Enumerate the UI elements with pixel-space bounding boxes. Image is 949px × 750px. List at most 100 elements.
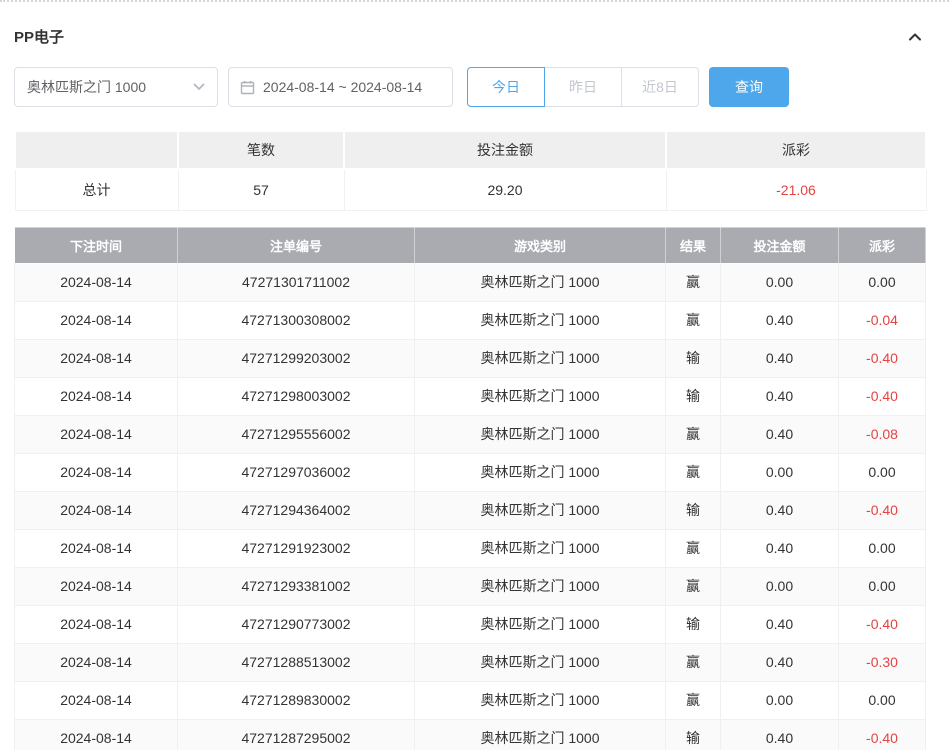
- table-row: 2024-08-1447271288513002奥林匹斯之门 1000赢0.40…: [15, 643, 926, 681]
- cell-game: 奥林匹斯之门 1000: [415, 605, 666, 643]
- cell-result: 输: [666, 339, 721, 377]
- cell-bet: 0.00: [721, 263, 839, 301]
- cell-game: 奥林匹斯之门 1000: [415, 681, 666, 719]
- cell-order_id: 47271289830002: [178, 681, 415, 719]
- cell-time: 2024-08-14: [15, 567, 178, 605]
- cell-game: 奥林匹斯之门 1000: [415, 567, 666, 605]
- quick-filter-button-2[interactable]: 近8日: [621, 67, 699, 107]
- cell-payout: 0.00: [839, 567, 926, 605]
- table-row: 2024-08-1447271301711002奥林匹斯之门 1000赢0.00…: [15, 263, 926, 301]
- quick-filter-button-1[interactable]: 昨日: [544, 67, 622, 107]
- table-row: 2024-08-1447271294364002奥林匹斯之门 1000输0.40…: [15, 491, 926, 529]
- cell-bet: 0.40: [721, 719, 839, 750]
- summary-total-label: 总计: [15, 169, 178, 210]
- records-table: 下注时间 注单编号 游戏类别 结果 投注金额 派彩 2024-08-144727…: [14, 227, 926, 750]
- cell-game: 奥林匹斯之门 1000: [415, 491, 666, 529]
- cell-payout: 0.00: [839, 681, 926, 719]
- cell-result: 输: [666, 377, 721, 415]
- cell-payout: -0.40: [839, 491, 926, 529]
- cell-time: 2024-08-14: [15, 415, 178, 453]
- cell-result: 赢: [666, 301, 721, 339]
- game-select[interactable]: 奥林匹斯之门 1000: [14, 67, 218, 107]
- table-row: 2024-08-1447271297036002奥林匹斯之门 1000赢0.00…: [15, 453, 926, 491]
- cell-game: 奥林匹斯之门 1000: [415, 339, 666, 377]
- cell-order_id: 47271293381002: [178, 567, 415, 605]
- date-range-value: 2024-08-14 ~ 2024-08-14: [263, 79, 422, 95]
- cell-order_id: 47271291923002: [178, 529, 415, 567]
- cell-payout: -0.30: [839, 643, 926, 681]
- cell-bet: 0.00: [721, 567, 839, 605]
- cell-order_id: 47271295556002: [178, 415, 415, 453]
- summary-header-payout: 派彩: [666, 131, 926, 169]
- quick-filter-button-0[interactable]: 今日: [467, 67, 545, 107]
- cell-result: 赢: [666, 529, 721, 567]
- cell-order_id: 47271299203002: [178, 339, 415, 377]
- table-row: 2024-08-1447271300308002奥林匹斯之门 1000赢0.40…: [15, 301, 926, 339]
- cell-order_id: 47271294364002: [178, 491, 415, 529]
- table-row: 2024-08-1447271290773002奥林匹斯之门 1000输0.40…: [15, 605, 926, 643]
- summary-bet-amount-value: 29.20: [344, 169, 666, 210]
- cell-time: 2024-08-14: [15, 263, 178, 301]
- cell-time: 2024-08-14: [15, 681, 178, 719]
- cell-bet: 0.00: [721, 681, 839, 719]
- cell-game: 奥林匹斯之门 1000: [415, 453, 666, 491]
- summary-count-value: 57: [178, 169, 344, 210]
- summary-header-blank: [15, 131, 178, 169]
- cell-game: 奥林匹斯之门 1000: [415, 529, 666, 567]
- cell-game: 奥林匹斯之门 1000: [415, 415, 666, 453]
- header-bet-time: 下注时间: [15, 227, 178, 263]
- cell-order_id: 47271298003002: [178, 377, 415, 415]
- cell-payout: -0.40: [839, 377, 926, 415]
- table-row: 2024-08-1447271289830002奥林匹斯之门 1000赢0.00…: [15, 681, 926, 719]
- cell-bet: 0.40: [721, 415, 839, 453]
- cell-payout: -0.40: [839, 605, 926, 643]
- table-row: 2024-08-1447271291923002奥林匹斯之门 1000赢0.40…: [15, 529, 926, 567]
- chevron-up-icon: [907, 30, 923, 44]
- cell-result: 赢: [666, 681, 721, 719]
- cell-order_id: 47271297036002: [178, 453, 415, 491]
- cell-result: 输: [666, 719, 721, 750]
- cell-time: 2024-08-14: [15, 605, 178, 643]
- cell-bet: 0.40: [721, 339, 839, 377]
- table-row: 2024-08-1447271298003002奥林匹斯之门 1000输0.40…: [15, 377, 926, 415]
- cell-bet: 0.40: [721, 529, 839, 567]
- cell-time: 2024-08-14: [15, 453, 178, 491]
- cell-order_id: 47271290773002: [178, 605, 415, 643]
- cell-game: 奥林匹斯之门 1000: [415, 643, 666, 681]
- cell-order_id: 47271287295002: [178, 719, 415, 750]
- quick-filter-group: 今日昨日近8日: [467, 67, 699, 107]
- date-range-picker[interactable]: 2024-08-14 ~ 2024-08-14: [228, 67, 453, 107]
- cell-result: 输: [666, 491, 721, 529]
- header-game-type: 游戏类别: [415, 227, 666, 263]
- cell-result: 赢: [666, 415, 721, 453]
- cell-time: 2024-08-14: [15, 491, 178, 529]
- cell-time: 2024-08-14: [15, 719, 178, 750]
- chevron-down-icon: [193, 83, 205, 91]
- cell-result: 赢: [666, 567, 721, 605]
- cell-game: 奥林匹斯之门 1000: [415, 301, 666, 339]
- cell-result: 赢: [666, 643, 721, 681]
- game-select-value: 奥林匹斯之门 1000: [27, 77, 146, 97]
- cell-time: 2024-08-14: [15, 643, 178, 681]
- cell-game: 奥林匹斯之门 1000: [415, 377, 666, 415]
- table-row: 2024-08-1447271293381002奥林匹斯之门 1000赢0.00…: [15, 567, 926, 605]
- cell-payout: -0.08: [839, 415, 926, 453]
- calendar-icon: [240, 80, 255, 95]
- summary-header-bet-amount: 投注金额: [344, 131, 666, 169]
- summary-total-row: 总计 57 29.20 -21.06: [15, 169, 926, 210]
- cell-time: 2024-08-14: [15, 301, 178, 339]
- search-button[interactable]: 查询: [709, 67, 789, 107]
- summary-payout-value: -21.06: [666, 169, 926, 210]
- section-header: PP电子: [14, 2, 925, 67]
- cell-bet: 0.40: [721, 377, 839, 415]
- cell-payout: -0.40: [839, 339, 926, 377]
- cell-order_id: 47271301711002: [178, 263, 415, 301]
- header-bet-amount: 投注金额: [721, 227, 839, 263]
- cell-result: 赢: [666, 453, 721, 491]
- table-row: 2024-08-1447271299203002奥林匹斯之门 1000输0.40…: [15, 339, 926, 377]
- cell-payout: -0.04: [839, 301, 926, 339]
- cell-payout: -0.40: [839, 719, 926, 750]
- cell-time: 2024-08-14: [15, 377, 178, 415]
- cell-bet: 0.40: [721, 643, 839, 681]
- collapse-section-button[interactable]: [905, 28, 925, 46]
